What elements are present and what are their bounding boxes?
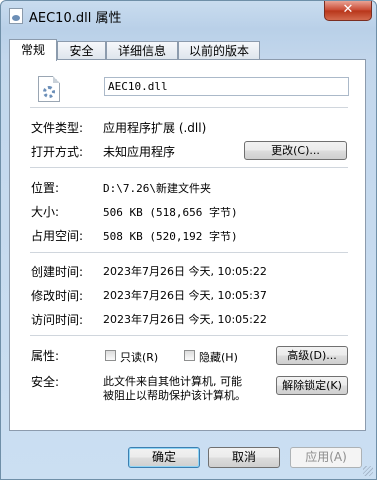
opens-with-label: 打开方式: [31, 145, 84, 159]
dll-file-icon [38, 76, 60, 102]
close-icon[interactable]: ✕ [324, 1, 372, 21]
hidden-label[interactable]: 隐藏(H) [199, 349, 238, 365]
apply-button[interactable]: 应用(A) [290, 447, 362, 468]
file-name-field[interactable]: AEC10.dll [104, 77, 349, 96]
created-value: 2023年7月26日 今天, 10:05:22 [103, 265, 267, 278]
unblock-button[interactable]: 解除锁定(K) [276, 376, 348, 395]
divider [30, 252, 348, 253]
title-bar[interactable]: AEC10.dll 属性 ✕ [1, 1, 376, 31]
security-label: 安全: [31, 375, 60, 389]
location-value: D:\7.26\新建文件夹 [103, 182, 211, 195]
attributes-label: 属性: [31, 349, 60, 363]
advanced-button[interactable]: 高级(D)... [276, 346, 348, 365]
properties-window: AEC10.dll 属性 ✕ 常规 安全 详细信息 以前的版本 AEC10.dl… [0, 0, 377, 480]
tab-previous-versions[interactable]: 以前的版本 [178, 41, 260, 60]
accessed-label: 访问时间: [31, 313, 84, 327]
cancel-button[interactable]: 取消 [208, 447, 280, 468]
divider [30, 107, 348, 108]
size-label: 大小: [31, 205, 60, 219]
gear-icon [43, 86, 55, 98]
readonly-label[interactable]: 只读(R) [120, 349, 158, 365]
security-message-line2: 被阻止以帮助保护该计算机。 [103, 389, 246, 402]
readonly-checkbox[interactable] [105, 350, 116, 361]
size-on-disk-value: 508 KB (520,192 字节) [103, 230, 238, 243]
created-label: 创建时间: [31, 265, 84, 279]
size-on-disk-label: 占用空间: [31, 229, 84, 243]
dll-file-icon [9, 8, 23, 24]
divider [30, 167, 348, 168]
size-value: 506 KB (518,656 字节) [103, 206, 238, 219]
window-title: AEC10.dll 属性 [29, 11, 122, 26]
divider [30, 335, 348, 336]
modified-label: 修改时间: [31, 289, 84, 303]
resize-grip-icon[interactable] [363, 466, 373, 476]
tab-details[interactable]: 详细信息 [106, 41, 178, 60]
tab-security[interactable]: 安全 [57, 41, 106, 60]
change-button[interactable]: 更改(C)... [244, 141, 347, 160]
ok-button[interactable]: 确定 [128, 447, 200, 468]
file-type-value: 应用程序扩展 (.dll) [103, 121, 207, 135]
accessed-value: 2023年7月26日 今天, 10:05:22 [103, 313, 267, 326]
tab-general[interactable]: 常规 [9, 39, 57, 61]
general-panel: AEC10.dll 文件类型: 应用程序扩展 (.dll) 打开方式: 未知应用… [9, 59, 366, 431]
opens-with-value: 未知应用程序 [103, 145, 176, 159]
hidden-checkbox[interactable] [184, 350, 195, 361]
location-label: 位置: [31, 181, 60, 195]
file-type-label: 文件类型: [31, 121, 84, 135]
modified-value: 2023年7月26日 今天, 10:05:37 [103, 289, 267, 302]
